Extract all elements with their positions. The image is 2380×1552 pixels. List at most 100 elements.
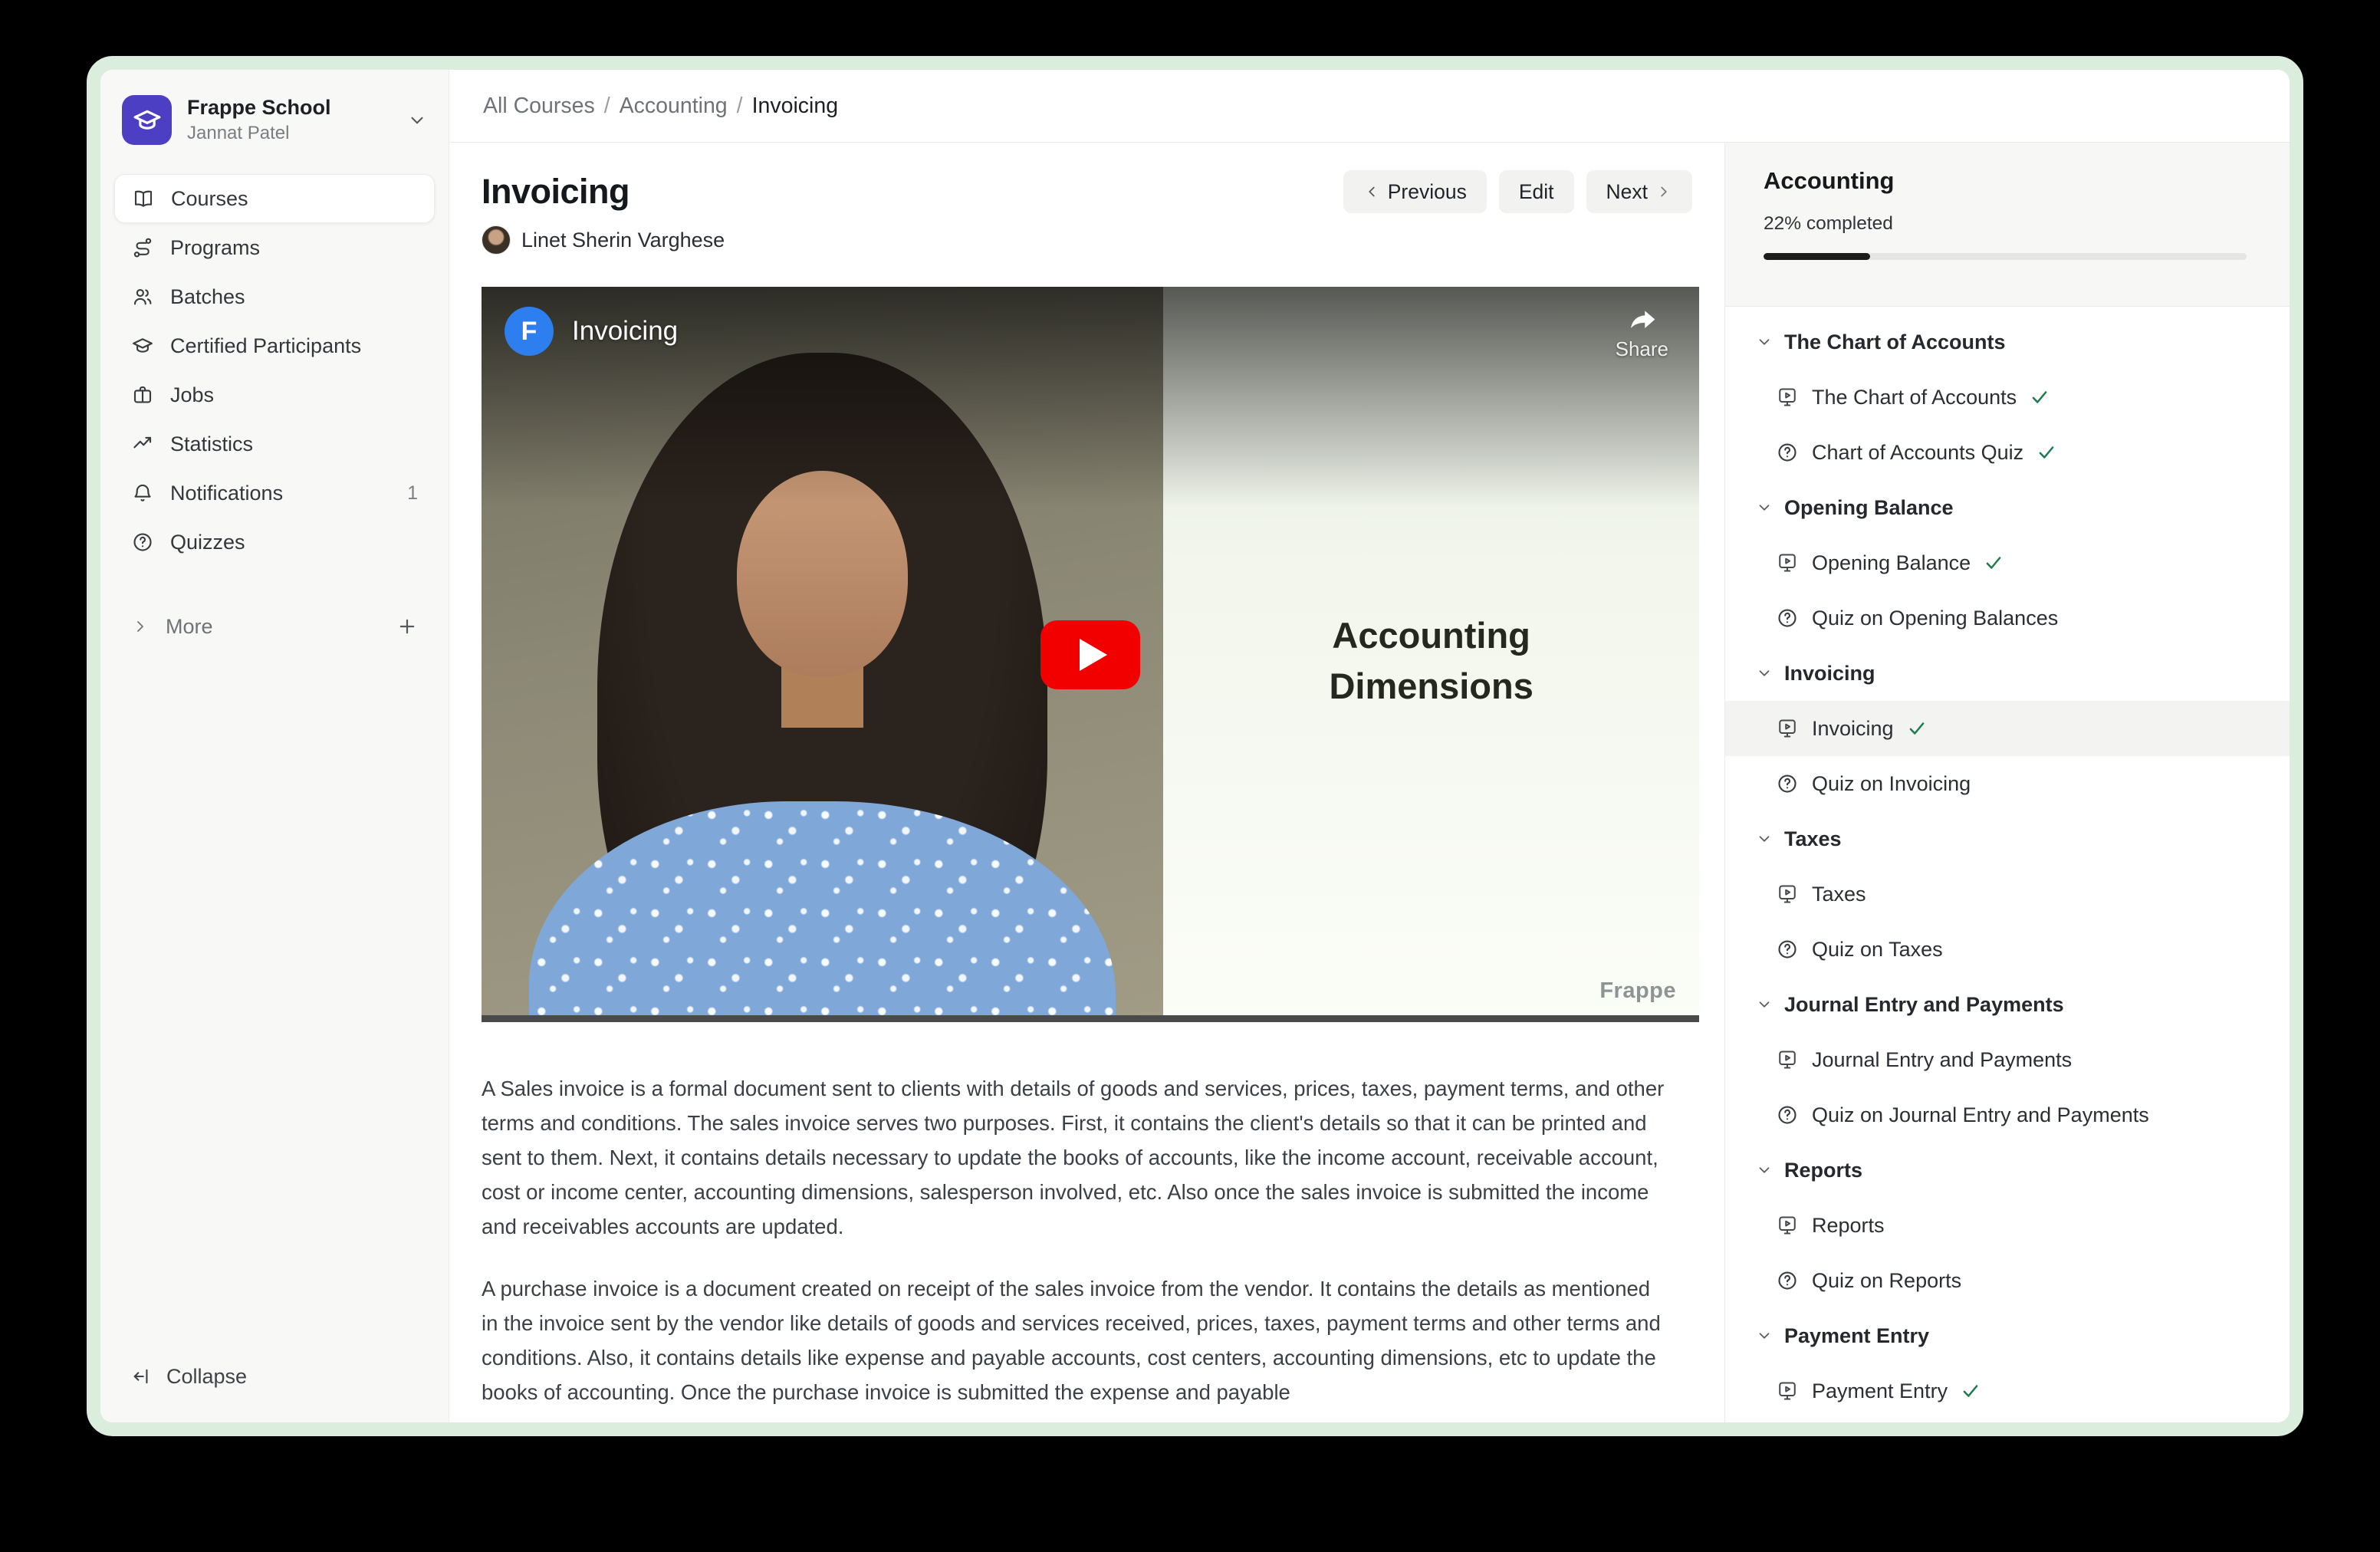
sidebar-item-quizzes[interactable]: Quizzes <box>114 518 435 567</box>
lesson-row[interactable]: Quiz on Taxes <box>1725 922 2290 977</box>
video-player[interactable]: Accounting Dimensions Frappe F Invoicing <box>482 287 1699 1022</box>
chapter-row[interactable]: Invoicing <box>1725 646 2290 701</box>
chapter-row[interactable]: Opening Balance <box>1725 480 2290 535</box>
monitor-play-icon <box>1776 551 1799 574</box>
breadcrumb-separator: / <box>604 94 610 119</box>
chapter-row[interactable]: The Chart of Accounts <box>1725 314 2290 370</box>
next-button[interactable]: Next <box>1586 170 1693 213</box>
sidebar-item-programs[interactable]: Programs <box>114 223 435 272</box>
sidebar-item-label: Batches <box>170 285 245 309</box>
chevron-down-icon <box>1756 499 1773 516</box>
chapter-row[interactable]: Payment Entry <box>1725 1308 2290 1363</box>
help-circle-icon <box>1776 1269 1799 1292</box>
sidebar-item-notifications[interactable]: Notifications 1 <box>114 469 435 518</box>
brand-name: Frappe School <box>187 96 331 120</box>
sidebar-item-label: Courses <box>171 187 248 211</box>
content-row: Invoicing Previous Edit Next <box>449 143 2290 1422</box>
share-icon <box>1626 308 1658 334</box>
sidebar-item-jobs[interactable]: Jobs <box>114 370 435 419</box>
course-progress-bar <box>1764 253 2247 260</box>
sidebar-item-batches[interactable]: Batches <box>114 272 435 321</box>
book-open-icon <box>132 187 155 210</box>
lesson-row[interactable]: Payment Entry <box>1725 1363 2290 1419</box>
lesson-row[interactable]: Quiz on Opening Balances <box>1725 590 2290 646</box>
frappe-school-logo-icon <box>122 95 172 145</box>
sidebar-more[interactable]: More <box>114 605 435 648</box>
check-icon <box>1961 1381 1981 1401</box>
help-circle-icon <box>1776 1103 1799 1126</box>
collapse-sidebar-button[interactable]: Collapse <box>114 1353 435 1399</box>
check-icon <box>1907 718 1927 738</box>
lesson-row[interactable]: Opening Balance <box>1725 535 2290 590</box>
lesson-row[interactable]: Chart of Accounts Quiz <box>1725 425 2290 480</box>
monitor-play-icon <box>1776 386 1799 409</box>
monitor-play-icon <box>1776 1379 1799 1402</box>
trending-up-icon <box>131 432 154 455</box>
share-button[interactable]: Share <box>1616 308 1668 361</box>
progress-fill <box>1764 253 1870 260</box>
users-icon <box>131 285 154 308</box>
help-circle-icon <box>1776 772 1799 795</box>
lesson-row-active[interactable]: Invoicing <box>1725 701 2290 756</box>
channel-avatar[interactable]: F <box>505 307 554 356</box>
brand-user: Jannat Patel <box>187 123 331 144</box>
help-circle-icon <box>1776 938 1799 961</box>
bell-icon <box>131 482 154 505</box>
chevron-down-icon <box>1756 665 1773 682</box>
lesson-nav-buttons: Previous Edit Next <box>1343 170 1692 213</box>
lesson-row[interactable]: Quiz on Journal Entry and Payments <box>1725 1087 2290 1143</box>
lesson-row[interactable]: The Chart of Accounts <box>1725 370 2290 425</box>
lesson-row[interactable]: Quiz on Invoicing <box>1725 756 2290 811</box>
school-switcher[interactable]: Frappe School Jannat Patel <box>114 95 435 145</box>
sidebar-item-label: Jobs <box>170 383 214 407</box>
add-button[interactable] <box>396 616 418 637</box>
check-icon <box>2030 387 2050 407</box>
monitor-play-icon <box>1776 717 1799 740</box>
edit-button[interactable]: Edit <box>1499 170 1574 213</box>
breadcrumb: All Courses / Accounting / Invoicing <box>483 94 838 119</box>
chapter-row[interactable]: Journal Entry and Payments <box>1725 977 2290 1032</box>
sidebar-item-certified-participants[interactable]: Certified Participants <box>114 321 435 370</box>
check-icon <box>1984 553 2004 573</box>
chevron-right-icon <box>1655 183 1672 200</box>
chevron-down-icon <box>407 110 427 130</box>
desktop-background: Frappe School Jannat Patel Courses Progr… <box>0 0 2380 1552</box>
lesson-body: A Sales invoice is a formal document sen… <box>482 1071 1666 1409</box>
frappe-watermark: Frappe <box>1599 978 1676 1004</box>
course-outline: The Chart of Accounts The Chart of Accou… <box>1725 307 2290 1422</box>
chevron-down-icon <box>1756 996 1773 1013</box>
lesson-row[interactable]: Quiz on Reports <box>1725 1253 2290 1308</box>
route-icon <box>131 236 154 259</box>
more-label: More <box>166 615 213 639</box>
lesson-row[interactable]: Reports <box>1725 1198 2290 1253</box>
lesson-row[interactable]: Taxes <box>1725 866 2290 922</box>
breadcrumb-current: Invoicing <box>752 94 838 119</box>
play-icon <box>1080 639 1107 671</box>
course-completed-label: 22% completed <box>1764 213 2247 235</box>
check-icon <box>2036 442 2056 462</box>
breadcrumb-link-accounting[interactable]: Accounting <box>620 94 728 119</box>
chevron-down-icon <box>1756 1327 1773 1344</box>
sidebar-item-courses[interactable]: Courses <box>114 174 435 223</box>
left-sidebar: Frappe School Jannat Patel Courses Progr… <box>100 70 449 1422</box>
previous-button[interactable]: Previous <box>1343 170 1487 213</box>
video-bottom-bar <box>482 1015 1699 1022</box>
breadcrumb-separator: / <box>737 94 743 119</box>
play-button[interactable] <box>1040 620 1140 689</box>
lesson-row[interactable]: Journal Entry and Payments <box>1725 1032 2290 1087</box>
chapter-row[interactable]: Reports <box>1725 1143 2290 1198</box>
video-overlay-title[interactable]: Invoicing <box>572 316 678 347</box>
monitor-play-icon <box>1776 883 1799 906</box>
graduation-cap-icon <box>131 334 154 357</box>
help-circle-icon <box>1776 607 1799 630</box>
monitor-play-icon <box>1776 1048 1799 1071</box>
breadcrumb-link-all-courses[interactable]: All Courses <box>483 94 595 119</box>
course-progress-header: Accounting 22% completed <box>1725 143 2290 307</box>
lesson-paragraph: A Sales invoice is a formal document sen… <box>482 1071 1666 1244</box>
collapse-label: Collapse <box>166 1365 247 1389</box>
topbar: All Courses / Accounting / Invoicing <box>449 70 2290 143</box>
author-avatar <box>482 225 511 255</box>
sidebar-item-label: Programs <box>170 236 260 260</box>
sidebar-item-statistics[interactable]: Statistics <box>114 419 435 469</box>
chapter-row[interactable]: Taxes <box>1725 811 2290 866</box>
